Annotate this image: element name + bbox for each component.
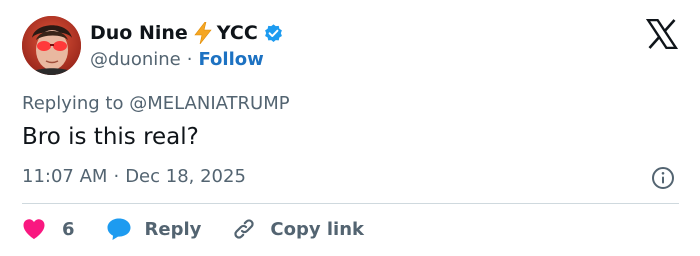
verified-badge-icon — [263, 23, 284, 44]
handle-row: @duonine · Follow — [90, 47, 264, 71]
avatar-image — [22, 16, 81, 75]
info-icon[interactable] — [651, 166, 675, 190]
follow-button[interactable]: Follow — [198, 49, 263, 70]
action-bar: 6 Reply Copy link — [22, 214, 364, 244]
divider — [22, 203, 679, 204]
timestamp[interactable]: 11:07 AM · Dec 18, 2025 — [22, 166, 246, 187]
display-name[interactable]: Duo Nine — [90, 22, 188, 44]
speech-bubble-icon — [106, 217, 132, 241]
handle-separator: · — [186, 48, 193, 70]
timestamp-separator: · — [113, 166, 120, 187]
author-handle[interactable]: @duonine — [90, 49, 181, 70]
like-button[interactable]: 6 — [22, 218, 75, 240]
post-time: 11:07 AM — [22, 166, 108, 187]
author-name-row: Duo Nine YCC — [90, 20, 284, 46]
reply-label: Reply — [144, 218, 202, 240]
reply-button[interactable]: Reply — [106, 217, 202, 241]
copy-link-label: Copy link — [270, 218, 364, 240]
like-count: 6 — [62, 218, 75, 240]
tweet-card: Duo Nine YCC @duonine · Follow Replying … — [0, 0, 700, 256]
copy-link-button[interactable]: Copy link — [231, 216, 364, 242]
heart-icon — [22, 218, 46, 240]
post-date: Dec 18, 2025 — [125, 166, 246, 187]
link-icon — [231, 216, 257, 242]
lightning-bolt-icon — [194, 21, 212, 45]
tweet-text: Bro is this real? — [22, 124, 199, 150]
avatar[interactable] — [22, 16, 81, 75]
x-logo-icon[interactable] — [645, 18, 679, 50]
replying-to-text: Replying to @MELANIATRUMP — [22, 93, 290, 114]
name-badge-text: YCC — [216, 22, 258, 44]
